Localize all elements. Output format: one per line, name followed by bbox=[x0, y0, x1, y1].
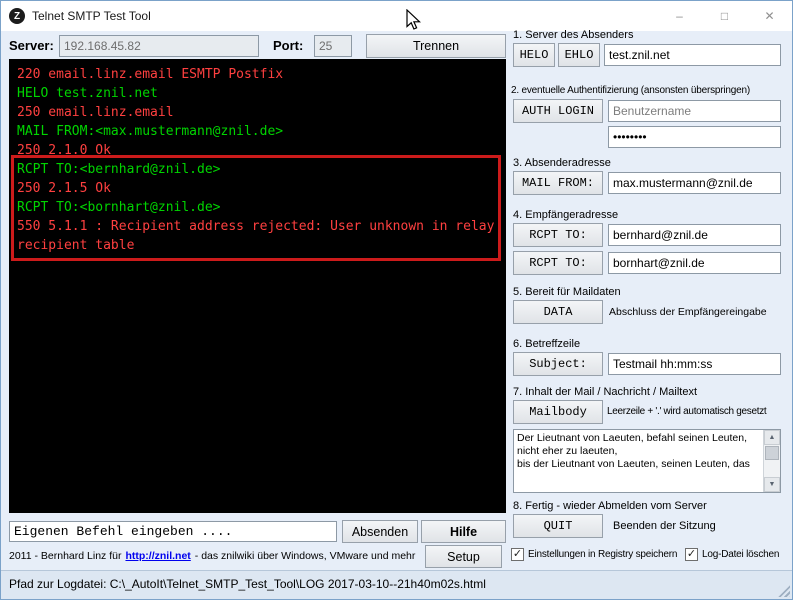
data-hint: Abschluss der Empfängereingabe bbox=[609, 306, 767, 318]
quit-button[interactable]: QUIT bbox=[513, 514, 603, 538]
znil-link[interactable]: http://znil.net bbox=[125, 550, 190, 562]
section5-label: 5. Bereit für Maildaten bbox=[513, 286, 621, 298]
section1-label: 1. Server des Absenders bbox=[513, 29, 633, 41]
resize-grip[interactable] bbox=[777, 584, 790, 597]
mailbody-textarea[interactable]: Der Lieutnant von Laeuten, befahl seinen… bbox=[513, 429, 781, 493]
scrollbar-track[interactable] bbox=[764, 445, 780, 477]
logfile-checkbox[interactable]: ✓ Log-Datei löschen bbox=[685, 548, 779, 561]
helo-button[interactable]: HELO bbox=[513, 43, 555, 67]
window-title: Telnet SMTP Test Tool bbox=[32, 9, 151, 23]
disconnect-button[interactable]: Trennen bbox=[366, 34, 506, 58]
terminal-line: 250 email.linz.email bbox=[17, 103, 498, 122]
password-input[interactable] bbox=[608, 126, 781, 148]
check-icon: ✓ bbox=[687, 549, 696, 560]
mailbody-hint: Leerzeile + '.' wird automatisch gesetzt bbox=[607, 406, 766, 417]
mail-from-button[interactable]: MAIL FROM: bbox=[513, 171, 603, 195]
terminal-line: HELO test.znil.net bbox=[17, 84, 498, 103]
registry-checkbox-label: Einstellungen in Registry speichern bbox=[528, 549, 677, 560]
scroll-up-icon[interactable]: ▲ bbox=[764, 430, 780, 445]
ehlo-button[interactable]: EHLO bbox=[558, 43, 600, 67]
mailbody-scrollbar[interactable]: ▲ ▼ bbox=[763, 430, 780, 492]
command-input[interactable] bbox=[9, 521, 337, 542]
rcpt-to-button-2[interactable]: RCPT TO: bbox=[513, 251, 603, 275]
terminal-line: MAIL FROM:<max.mustermann@znil.de> bbox=[17, 122, 498, 141]
subject-input[interactable] bbox=[608, 353, 781, 375]
credit-prefix: 2011 - Bernhard Linz für bbox=[9, 550, 121, 562]
terminal-line: 220 email.linz.email ESMTP Postfix bbox=[17, 65, 498, 84]
maximize-button[interactable]: □ bbox=[702, 1, 747, 31]
send-button[interactable]: Absenden bbox=[342, 520, 418, 543]
scroll-down-icon[interactable]: ▼ bbox=[764, 477, 780, 492]
rcpt-to-input-1[interactable] bbox=[608, 224, 781, 246]
credit-line: 2011 - Bernhard Linz für http://znil.net-… bbox=[9, 550, 415, 562]
scrollbar-thumb[interactable] bbox=[765, 446, 779, 460]
close-button[interactable]: ✕ bbox=[747, 1, 792, 31]
section3-label: 3. Absenderadresse bbox=[513, 157, 611, 169]
auth-login-button[interactable]: AUTH LOGIN bbox=[513, 99, 603, 123]
rcpt-to-input-2[interactable] bbox=[608, 252, 781, 274]
window-controls: – □ ✕ bbox=[657, 1, 792, 31]
titlebar: Z Telnet SMTP Test Tool – □ ✕ bbox=[1, 1, 792, 31]
mailbody-text: Der Lieutnant von Laeuten, befahl seinen… bbox=[517, 432, 761, 490]
logfile-path: Pfad zur Logdatei: C:\_AutoIt\Telnet_SMT… bbox=[9, 577, 486, 591]
section4-label: 4. Empfängeradresse bbox=[513, 209, 618, 221]
logfile-checkbox-label: Log-Datei löschen bbox=[702, 549, 779, 560]
check-icon: ✓ bbox=[513, 549, 522, 560]
registry-checkbox-box[interactable]: ✓ bbox=[511, 548, 524, 561]
help-button[interactable]: Hilfe bbox=[421, 520, 506, 543]
minimize-button[interactable]: – bbox=[657, 1, 702, 31]
section2-label: 2. eventuelle Authentifizierung (ansonst… bbox=[511, 85, 750, 96]
section6-label: 6. Betreffzeile bbox=[513, 338, 580, 350]
quit-hint: Beenden der Sitzung bbox=[613, 520, 716, 532]
registry-checkbox[interactable]: ✓ Einstellungen in Registry speichern bbox=[511, 548, 677, 561]
server-input[interactable] bbox=[59, 35, 259, 57]
setup-button[interactable]: Setup bbox=[425, 545, 502, 568]
port-label: Port: bbox=[273, 38, 303, 53]
mail-from-input[interactable] bbox=[608, 172, 781, 194]
logfile-checkbox-box[interactable]: ✓ bbox=[685, 548, 698, 561]
terminal-output[interactable]: 220 email.linz.email ESMTP Postfix HELO … bbox=[9, 59, 506, 513]
data-button[interactable]: DATA bbox=[513, 300, 603, 324]
mailbody-button[interactable]: Mailbody bbox=[513, 400, 603, 424]
statusbar: Pfad zur Logdatei: C:\_AutoIt\Telnet_SMT… bbox=[1, 570, 792, 599]
section8-label: 8. Fertig - wieder Abmelden vom Server bbox=[513, 500, 707, 512]
port-input[interactable] bbox=[314, 35, 352, 57]
server-label: Server: bbox=[9, 38, 54, 53]
subject-button[interactable]: Subject: bbox=[513, 352, 603, 376]
app-window: Z Telnet SMTP Test Tool – □ ✕ Server: Po… bbox=[0, 0, 793, 600]
credit-suffix: - das znilwiki über Windows, VMware und … bbox=[195, 550, 416, 562]
highlight-annotation bbox=[11, 155, 501, 261]
username-input[interactable] bbox=[608, 100, 781, 122]
section7-label: 7. Inhalt der Mail / Nachricht / Mailtex… bbox=[513, 386, 697, 398]
rcpt-to-button-1[interactable]: RCPT TO: bbox=[513, 223, 603, 247]
app-icon: Z bbox=[9, 8, 25, 24]
helo-server-input[interactable] bbox=[604, 44, 781, 66]
